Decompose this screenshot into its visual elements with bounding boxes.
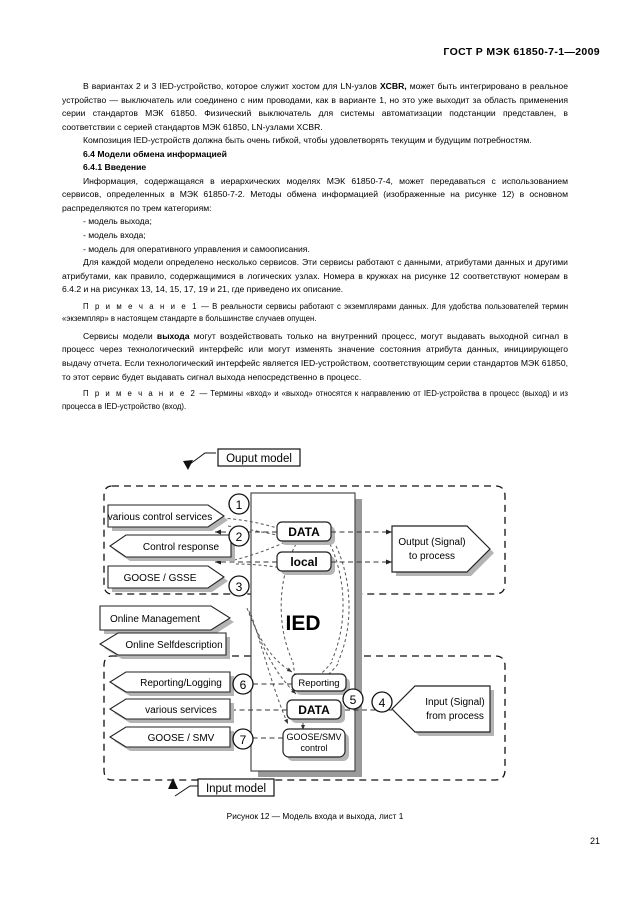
marker-6-label: 6 [240,678,247,692]
paragraph-5: Сервисы модели выхода могут воздействова… [62,330,568,384]
online-management-label: Online Management [110,614,200,625]
service-reporting-logging[interactable]: Reporting/Logging [108,671,234,696]
note-1: П р и м е ч а н и е 1 — В реальности сер… [62,301,568,326]
input-model-callout: Input model [168,778,275,797]
bullet-management-model: - модель для оперативного управления и с… [83,243,310,254]
various-services-label: various services [145,705,217,716]
service-online-selfdescription[interactable]: Online Selfdescription [98,632,230,659]
input-reporting-block: Reporting [291,673,350,695]
marker-7-label: 7 [240,733,247,747]
input-signal-line1: Input (Signal) [425,697,484,708]
note-1-label: П р и м е ч а н и е 1 [83,301,199,311]
paragraph-3: Информация, содержащаяся в иерархических… [62,175,568,213]
input-reporting-label: Reporting [298,678,339,689]
input-data-label: DATA [298,703,330,717]
marker-3-label: 3 [236,580,243,594]
service-online-management[interactable]: Online Management [99,605,234,634]
service-control-response[interactable]: Control response [109,534,235,561]
marker-4-label: 4 [379,696,386,710]
online-selfdescription-label: Online Selfdescription [125,640,222,651]
marker-2-label: 2 [236,530,243,544]
paragraph-5-part-a: Сервисы модели [83,330,157,341]
input-signal-from-process[interactable]: Input (Signal) from process [391,685,494,736]
marker-1-label: 1 [236,498,243,512]
body-text: В вариантах 2 и 3 IED-устройство, которо… [62,80,568,413]
output-local-label: local [290,555,317,569]
output-data-label: DATA [288,525,320,539]
paragraph-1-part-a: В вариантах 2 и 3 IED-устройство, которо… [83,81,380,91]
figure-caption: Рисунок 12 — Модель входа и выхода, лист… [226,811,404,821]
page-number: 21 [589,836,600,846]
goose-gsse-label: GOOSE / GSSE [124,573,197,584]
heading-6-4: 6.4 Модели обмена информацией [83,148,227,159]
marker-1: 1 [228,493,250,515]
various-control-services-label: various control services [108,512,212,523]
output-local-block: local [276,551,335,575]
marker-7: 7 [232,728,254,750]
output-signal-line2: to process [409,551,455,562]
document-header: ГОСТ Р МЭК 61850-7-1—2009 [443,46,600,58]
output-model-label: Ouput model [226,453,292,465]
paragraph-1: В вариантах 2 и 3 IED-устройство, которо… [62,80,568,134]
paragraph-4: Для каждой модели определено несколько с… [62,257,568,295]
input-model-label: Input model [206,783,266,795]
ied-label: IED [285,612,320,635]
marker-4: 4 [371,691,393,713]
service-various-control-services[interactable]: various control services [107,504,228,531]
output-signal-line1: Output (Signal) [398,537,465,548]
paragraph-1-bold: XCBR, [379,81,407,91]
output-signal-to-process[interactable]: Output (Signal) to process [391,525,494,576]
marker-5-label: 5 [350,693,357,707]
paragraph-2: Композиция IED-устройств должна быть оче… [83,135,532,146]
note-2-label: П р и м е ч а н и е 2 [83,389,197,399]
service-various-services[interactable]: various services [108,698,234,723]
goose-smv-label: GOOSE / SMV [148,733,215,744]
bullet-input-model: - модель входа; [83,230,146,241]
document-page: ГОСТ Р МЭК 61850-7-1—2009 В вариантах 2 … [0,0,630,913]
output-data-block: DATA [276,521,335,545]
goose-smv-control-line1: GOOSE/SMV [286,732,341,742]
service-goose-smv[interactable]: GOOSE / SMV [108,726,234,751]
input-data-block: DATA [286,699,345,723]
figure-12-input-output-model: Ouput model Input model IED DATA local R… [0,448,630,798]
input-signal-line2: from process [426,711,484,722]
reporting-logging-label: Reporting/Logging [140,678,222,689]
marker-6: 6 [232,673,254,695]
service-goose-gsse[interactable]: GOOSE / GSSE [107,565,228,592]
control-response-label: Control response [143,542,220,553]
bullet-output-model: - модель выхода; [83,216,152,227]
output-model-callout: Ouput model [183,448,301,470]
note-2: П р и м е ч а н и е 2 — Термины «вход» и… [62,388,568,413]
heading-6-4-1: 6.4.1 Введение [83,162,147,173]
marker-2: 2 [228,525,250,547]
marker-3: 3 [228,575,250,597]
marker-5: 5 [342,688,364,710]
paragraph-5-bold: выхода [156,330,190,341]
input-goose-smv-control-block: GOOSE/SMV control [282,728,349,761]
goose-smv-control-line2: control [300,743,327,753]
